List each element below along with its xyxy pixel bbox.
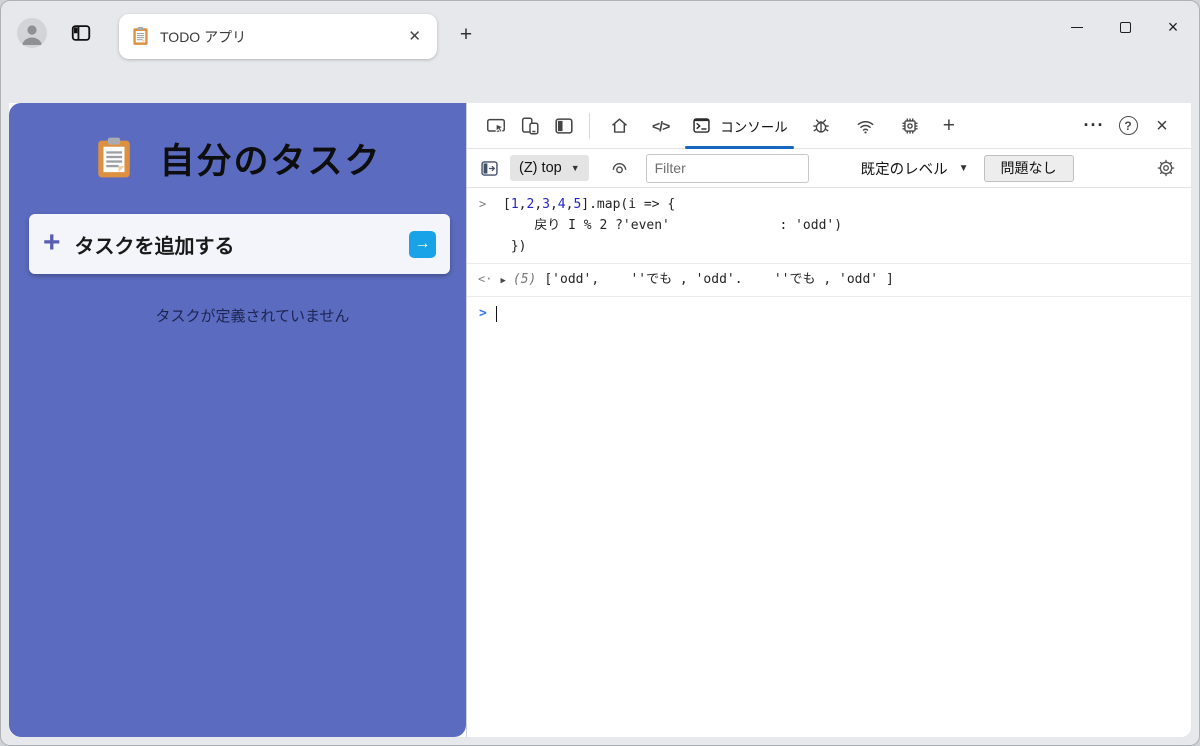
console-settings-button[interactable]	[1155, 157, 1177, 179]
person-icon	[22, 25, 42, 45]
input-echo-chevron: >	[479, 197, 487, 211]
wifi-icon	[857, 120, 874, 134]
workspaces-button[interactable]	[69, 21, 93, 45]
console-echo-message: > [1,2,3,4,5].map(i => { 戻り I % 2 ?'even…	[467, 188, 1191, 260]
console-filter-input[interactable]	[645, 153, 809, 183]
address-row: ← https://microsoftedge.github.io/Demos/…	[1, 61, 1199, 161]
add-tool-button[interactable]: +	[932, 103, 966, 149]
add-task-label: タスクを追加する	[74, 235, 235, 258]
devtools-toolbar-right: ··· ? ×	[1077, 110, 1179, 142]
todo-app: 自分のタスク + タスクを追加する → タスクが定義されていません	[9, 103, 466, 737]
todo-title: 自分のタスク	[159, 142, 382, 181]
tab-strip: TODO アプリ ✕ + ×	[1, 1, 1199, 61]
console-toolbar: (Z) top ▼ 既定のレベル ▼ 問題なし	[467, 149, 1191, 188]
minimize-button[interactable]	[1053, 9, 1101, 45]
close-icon: ×	[1167, 17, 1179, 37]
todo-favicon	[131, 26, 150, 47]
live-expression-button[interactable]	[609, 158, 630, 179]
chevron-down-icon: ▼	[958, 162, 969, 174]
text-cursor	[495, 306, 498, 322]
toolbar-separator	[589, 112, 590, 139]
devtools-help-button[interactable]: ?	[1111, 110, 1145, 142]
tab-title: TODO アプリ	[160, 28, 247, 45]
log-levels-label: 既定のレベル	[860, 161, 948, 178]
page-content: 自分のタスク + タスクを追加する → タスクが定義されていません </> コン…	[9, 103, 1191, 737]
tab-welcome[interactable]	[598, 103, 641, 149]
tab-network[interactable]	[843, 103, 888, 149]
close-button[interactable]: ×	[1149, 9, 1197, 45]
todo-header: 自分のタスク	[9, 133, 466, 184]
device-emulation-button[interactable]	[513, 110, 547, 142]
sidebar-toggle-icon	[481, 160, 498, 176]
chip-icon	[902, 117, 918, 134]
console-icon	[693, 118, 710, 133]
tab-memory[interactable]	[888, 103, 932, 149]
devtools-more-button[interactable]: ···	[1077, 110, 1111, 142]
plus-icon: +	[942, 114, 956, 137]
code-icon: </>	[652, 117, 670, 134]
console-sidebar-toggle[interactable]	[479, 158, 500, 179]
profile-avatar[interactable]	[17, 18, 47, 48]
browser-tab[interactable]: TODO アプリ ✕	[119, 14, 437, 59]
add-task-submit-button[interactable]: →	[409, 230, 436, 258]
empty-tasks-message: タスクが定義されていません	[155, 308, 350, 325]
expand-triangle-icon[interactable]: ▶	[500, 271, 505, 291]
workspaces-icon	[71, 25, 91, 41]
devtools-close-button[interactable]: ×	[1145, 110, 1179, 142]
inspect-element-button[interactable]	[479, 110, 513, 142]
tab-console[interactable]: コンソール	[680, 103, 799, 149]
layout-panel-button[interactable]	[547, 110, 581, 142]
javascript-context-dropdown[interactable]: (Z) top ▼	[510, 155, 589, 181]
layout-panel-icon	[555, 117, 573, 134]
prompt-chevron-icon: >	[479, 306, 487, 321]
close-icon: ×	[1156, 114, 1168, 137]
console-result-message: <· ▶ (5) ['odd', ''でも , 'odd'. ''でも , 'o…	[467, 263, 1191, 297]
device-emulation-icon	[521, 116, 539, 135]
maximize-icon	[1119, 21, 1131, 33]
arrow-right-icon: →	[414, 235, 431, 252]
echo-line-1: [1,2,3,4,5].map(i => {	[503, 197, 676, 212]
echo-line-3: })	[503, 239, 527, 254]
return-value-icon: <·	[478, 272, 493, 286]
window-controls: ×	[1053, 9, 1197, 45]
console-prompt[interactable]: >	[467, 297, 1191, 331]
eye-icon	[612, 162, 626, 173]
echo-line-2: 戻り I % 2 ?'even' : 'odd')	[503, 218, 843, 233]
minimize-icon	[1071, 26, 1083, 28]
gear-icon	[1157, 159, 1175, 177]
tab-debugger[interactable]	[799, 103, 843, 149]
devtools-toolbar: </> コンソール + ··· ? ×	[467, 103, 1191, 149]
tab-close-icon[interactable]: ✕	[404, 27, 425, 46]
array-length: (5)	[512, 272, 537, 287]
help-icon: ?	[1118, 116, 1138, 135]
context-label: (Z) top	[519, 160, 562, 176]
browser-window: TODO アプリ ✕ + × ← https://microsoftedge	[0, 0, 1200, 746]
clipboard-icon	[93, 136, 135, 182]
issues-button[interactable]: 問題なし	[983, 154, 1074, 182]
chevron-down-icon: ▼	[570, 163, 580, 173]
new-tab-button[interactable]: +	[453, 22, 479, 48]
add-task-input[interactable]: + タスクを追加する →	[29, 214, 450, 274]
tab-elements[interactable]: </>	[641, 103, 680, 149]
maximize-button[interactable]	[1101, 9, 1149, 45]
bug-icon	[812, 118, 829, 133]
devtools-panel: </> コンソール + ··· ? × (Z) top ▼ Filter 既定の…	[466, 103, 1191, 737]
inspect-icon	[487, 118, 505, 133]
console-messages: > [1,2,3,4,5].map(i => { 戻り I % 2 ?'even…	[467, 188, 1191, 331]
log-levels-dropdown[interactable]: 既定のレベル ▼	[861, 158, 969, 179]
console-tab-label: コンソール	[720, 119, 788, 135]
home-icon	[612, 118, 627, 133]
array-preview: ['odd', ''でも , 'odd'. ''でも , 'odd' ]	[544, 272, 894, 287]
plus-icon: +	[43, 225, 61, 259]
issues-label: 問題なし	[1000, 160, 1057, 176]
more-icon: ···	[1083, 115, 1105, 135]
